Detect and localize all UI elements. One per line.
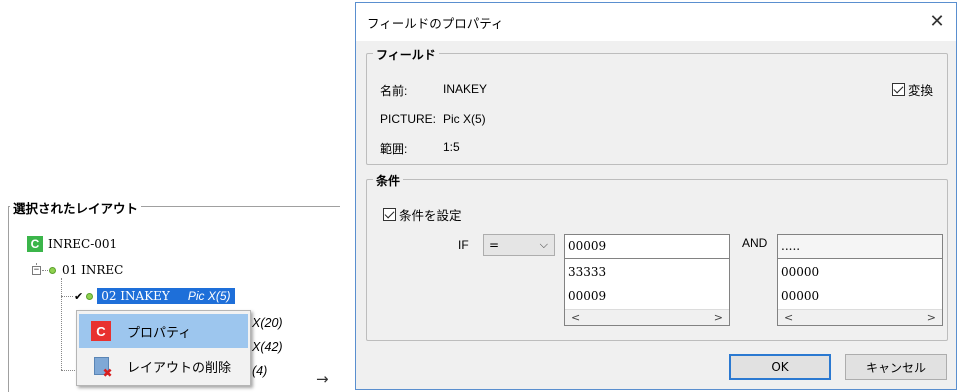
- tree-row-selected[interactable]: ✔ 02 INAKEY Pic X(5): [74, 285, 235, 307]
- close-icon[interactable]: ✕: [926, 11, 948, 33]
- context-menu: C プロパティ ✖ レイアウトの削除: [76, 310, 251, 386]
- field-dot-icon: [86, 292, 94, 300]
- scroll-left-icon[interactable]: <: [784, 311, 793, 324]
- list-item[interactable]: 00009: [568, 289, 606, 303]
- condition-group-title: 条件: [373, 172, 404, 189]
- menu-item-delete-layout[interactable]: ✖ レイアウトの削除: [79, 349, 248, 383]
- list-item[interactable]: 00000: [781, 265, 819, 279]
- condition-group: 条件 条件を設定 IF = ⌵ 00009 33333 00009 < > AN…: [366, 172, 948, 341]
- value-list-1[interactable]: 00009 33333 00009 < >: [564, 234, 730, 326]
- scroll-right-icon[interactable]: >: [927, 311, 936, 324]
- tree-row-label: 01 INREC: [62, 263, 124, 277]
- horizontal-scrollbar[interactable]: < >: [565, 309, 729, 325]
- scroll-right-icon[interactable]: >: [714, 311, 723, 324]
- scroll-left-icon[interactable]: <: [571, 311, 580, 324]
- selected-field-picture: Pic X(5): [187, 289, 231, 303]
- operator-select[interactable]: = ⌵: [483, 234, 555, 256]
- list-item[interactable]: 00000: [781, 289, 819, 303]
- set-condition-checkbox[interactable]: 条件を設定: [383, 205, 462, 224]
- properties-c-icon: C: [91, 321, 111, 341]
- operator-value: =: [489, 238, 500, 252]
- ok-button[interactable]: OK: [729, 354, 831, 380]
- tree-root-label: INREC-001: [48, 237, 118, 251]
- record-dot-icon: [49, 266, 56, 274]
- hidden-row-tail: X(42): [252, 340, 283, 354]
- checkbox-checked-icon: [383, 208, 396, 221]
- cancel-button[interactable]: キャンセル: [845, 354, 947, 380]
- hidden-row-tail: (4): [252, 364, 268, 378]
- convert-label: 変換: [908, 83, 934, 98]
- tree-row-inrec[interactable]: − 01 INREC: [32, 259, 123, 281]
- selected-layout-panel: 選択されたレイアウト C INREC-001 − 01 INREC ✔ 02 I…: [0, 190, 340, 392]
- checkbox-checked-icon: [892, 83, 905, 96]
- name-label: 名前:: [380, 84, 408, 98]
- tree-connector: [61, 278, 62, 370]
- set-condition-label: 条件を設定: [399, 208, 462, 223]
- dialog-titlebar: フィールドのプロパティ ✕: [356, 3, 956, 41]
- dialog-title: フィールドのプロパティ: [367, 15, 504, 31]
- name-value: INAKEY: [443, 82, 488, 96]
- tree-connector: [61, 296, 73, 297]
- picture-value: Pic X(5): [443, 112, 486, 126]
- picture-label: PICTURE:: [380, 112, 437, 126]
- range-value: 1:5: [443, 140, 460, 154]
- field-group-title: フィールド: [373, 46, 439, 63]
- value-input-2[interactable]: .....: [778, 235, 942, 259]
- section-border-left: [8, 206, 9, 392]
- menu-item-label: プロパティ: [127, 325, 192, 341]
- hidden-row-tail: X(20): [252, 316, 283, 330]
- section-title: 選択されたレイアウト: [10, 198, 142, 217]
- list-item[interactable]: 33333: [568, 265, 606, 279]
- horizontal-scrollbar[interactable]: < >: [778, 309, 942, 325]
- delete-layout-icon: ✖: [91, 356, 113, 379]
- range-label: 範囲:: [380, 142, 408, 156]
- and-label: AND: [742, 236, 768, 250]
- arrow-icon: →: [316, 370, 329, 388]
- collapse-icon[interactable]: −: [32, 265, 41, 275]
- layout-c-icon: C: [27, 236, 43, 252]
- tree-connector: [61, 370, 77, 371]
- checkmark-icon: ✔: [74, 289, 84, 303]
- field-properties-dialog: フィールドのプロパティ ✕ フィールド 名前: INAKEY PICTURE: …: [355, 2, 957, 390]
- menu-item-properties[interactable]: C プロパティ: [79, 314, 248, 348]
- chevron-down-icon: ⌵: [539, 238, 548, 251]
- field-group: フィールド 名前: INAKEY PICTURE: Pic X(5) 範囲: 1…: [366, 46, 948, 165]
- selected-field-label: 02 INAKEY: [101, 289, 170, 303]
- value-input-1[interactable]: 00009: [565, 235, 729, 259]
- menu-item-label: レイアウトの削除: [127, 360, 232, 376]
- tree-root-row[interactable]: C INREC-001: [27, 233, 117, 255]
- value-list-2[interactable]: ..... 00000 00000 < >: [777, 234, 943, 326]
- convert-checkbox[interactable]: 変換: [892, 80, 933, 99]
- selected-field[interactable]: 02 INAKEY Pic X(5): [97, 288, 235, 304]
- if-label: IF: [458, 238, 469, 252]
